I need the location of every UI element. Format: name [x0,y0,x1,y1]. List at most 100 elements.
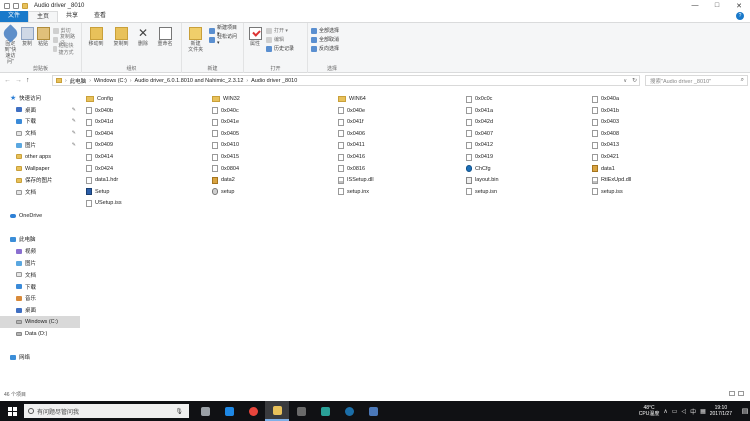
history-button[interactable]: 历史记录 [266,45,294,52]
nav-item[interactable]: 文档 [0,186,80,198]
file-item[interactable]: 0x0412 [466,140,493,150]
refresh-icon[interactable]: ↻ [632,77,637,84]
breadcrumb-audio-driver-8010[interactable]: Audio driver _8010 [251,78,297,84]
nav-item[interactable]: 音乐 [0,293,80,305]
file-item[interactable]: 0x0424 [86,164,113,174]
taskbar-search-input[interactable]: 有问题尽管问我 🎙 [24,404,189,418]
file-item[interactable]: ChCfg [466,164,491,174]
nav-item[interactable]: 图片 ✎ [0,139,80,151]
details-view-icon[interactable] [729,391,735,396]
file-item[interactable]: data1.hdr [86,175,118,185]
file-item[interactable]: 0x040a [592,94,619,104]
search-input[interactable]: 搜索"Audio driver _8010" ⌕ [645,75,748,86]
file-item[interactable]: 0x040b [86,106,113,116]
file-item[interactable]: USetup.iss [86,198,122,208]
select-all-button[interactable]: 全部选择 [311,27,339,34]
file-item[interactable]: 0x0413 [592,140,619,150]
maximize-button[interactable]: □ [706,0,728,11]
microphone-icon[interactable]: 🎙 [175,408,183,415]
file-item[interactable]: 0x0414 [86,152,113,162]
show-hidden-icons-icon[interactable]: ∧ [663,408,667,415]
file-item[interactable]: 0x0419 [466,152,493,162]
open-button[interactable]: 打开 ▾ [266,27,294,34]
nav-item[interactable]: 视频 [0,245,80,257]
file-item[interactable]: 0x0804 [212,164,239,174]
up-button[interactable]: ↑ [26,77,30,84]
file-item[interactable]: Config [86,94,113,104]
select-none-button[interactable]: 全部取消 [311,36,339,43]
properties-qat-icon[interactable] [4,2,10,9]
tab-home[interactable]: 主页 [28,11,59,22]
easy-access-button[interactable]: 轻松访问 ▾ [209,34,240,46]
file-item[interactable]: data1 [592,164,615,174]
tab-view[interactable]: 查看 [86,11,114,22]
nav-item[interactable]: 此电脑 [0,234,80,246]
back-button[interactable]: ← [4,77,11,84]
file-item[interactable]: WIN32 [212,94,240,104]
nav-item[interactable]: 桌面 ✎ [0,104,80,116]
clock[interactable]: 19:10 2017/1/27 [710,405,732,417]
nav-item[interactable]: OneDrive [0,210,80,222]
taskbar-app-button[interactable] [361,401,385,421]
file-item[interactable]: 0x0c0c [466,94,492,104]
large-icons-view-icon[interactable] [738,391,744,396]
file-item[interactable]: data2 [212,175,235,185]
file-item[interactable]: 0x0816 [338,164,365,174]
taskbar-app-button[interactable] [241,401,265,421]
minimize-button[interactable]: — [684,0,706,11]
nav-item[interactable]: Wallpaper [0,163,80,175]
file-item[interactable]: 0x041e [212,117,239,127]
file-item[interactable]: 0x0407 [466,129,493,139]
file-item[interactable]: 0x042d [466,117,493,127]
forward-button[interactable]: → [15,77,22,84]
check-qat-icon[interactable] [13,2,19,9]
file-item[interactable]: 0x041d [86,117,113,127]
paste-shortcut-button[interactable]: 粘贴快捷方式 [52,43,78,56]
file-item[interactable]: 0x0415 [212,152,239,162]
nav-item[interactable]: other apps [0,151,80,163]
address-dropdown-icon[interactable]: ∨ [623,78,627,84]
nav-item[interactable]: 文档 ✎ [0,127,80,139]
file-item[interactable]: 0x0421 [592,152,619,162]
taskbar-app-button[interactable] [217,401,241,421]
address-bar[interactable]: › 此电脑 › Windows (C:) › Audio driver_6.0.… [52,75,640,86]
taskbar-app-button[interactable] [337,401,361,421]
nav-item[interactable]: Windows (C:) [0,316,80,328]
network-tray-icon[interactable]: ▭ [672,408,678,415]
file-item[interactable]: setup [212,187,234,197]
taskbar-app-button[interactable] [313,401,337,421]
nav-item[interactable]: 文档 [0,269,80,281]
taskbar-app-button[interactable] [289,401,313,421]
nav-item[interactable]: 保存的图片 [0,175,80,187]
breadcrumb-this-pc[interactable]: 此电脑 [70,77,87,85]
file-item[interactable]: 0x0409 [86,140,113,150]
tab-share[interactable]: 共享 [58,11,86,22]
keyboard-icon[interactable]: ▦ [700,408,706,415]
help-icon[interactable]: ? [736,12,744,20]
nav-item[interactable]: ★ 快速访问 [0,92,80,104]
file-item[interactable]: 0x0405 [212,129,239,139]
file-item[interactable]: 0x0406 [338,129,365,139]
taskbar-app-button[interactable] [265,401,289,421]
invert-selection-button[interactable]: 反向选择 [311,45,339,52]
file-item[interactable]: 0x0403 [592,117,619,127]
file-item[interactable]: RtlExUpd.dll [592,175,631,185]
cpu-temp-widget[interactable]: 48°C CPU温度 [639,405,660,417]
taskbar-app-button[interactable] [193,401,217,421]
nav-item[interactable]: 下载 [0,281,80,293]
file-item[interactable]: ISSetup.dll [338,175,374,185]
file-item[interactable]: 0x040e [338,106,365,116]
file-item[interactable]: setup.inx [338,187,369,197]
file-item[interactable]: Setup [86,187,109,197]
breadcrumb-audio-driver-parent[interactable]: Audio driver_6.0.1.8010 and Nahimic_2.3.… [135,78,244,84]
edit-button[interactable]: 编辑 [266,36,294,43]
file-item[interactable]: 0x041f [338,117,364,127]
volume-icon[interactable]: ◁ [681,408,686,415]
nav-item[interactable]: 桌面 [0,304,80,316]
file-item[interactable]: layout.bin [466,175,499,185]
close-button[interactable]: ✕ [728,0,750,11]
file-item[interactable]: 0x0411 [338,140,365,150]
nav-item[interactable]: 下载 ✎ [0,116,80,128]
action-center-icon[interactable]: ▤ [740,401,750,421]
file-item[interactable]: 0x0416 [338,152,365,162]
